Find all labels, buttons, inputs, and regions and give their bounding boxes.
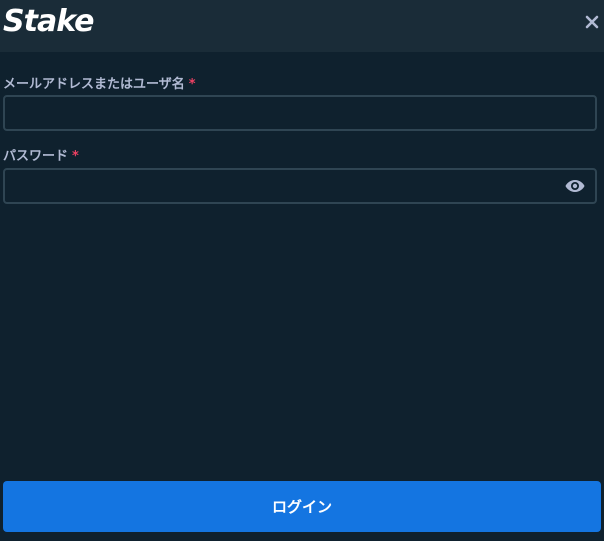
password-label-text: パスワード <box>3 149 69 164</box>
email-field[interactable] <box>5 97 595 129</box>
password-required-mark: * <box>72 149 79 164</box>
modal-header: Stake <box>0 0 604 52</box>
email-label-text: メールアドレスまたはユーザ名 <box>3 77 185 92</box>
email-field-wrapper <box>3 95 597 131</box>
password-field[interactable] <box>5 170 595 202</box>
email-required-mark: * <box>188 77 196 92</box>
eye-icon <box>565 180 585 192</box>
close-button[interactable] <box>582 12 602 32</box>
password-visibility-toggle[interactable] <box>565 178 585 194</box>
login-button[interactable]: ログイン <box>3 481 601 532</box>
password-field-wrapper <box>3 168 597 204</box>
stake-logo: Stake <box>3 4 94 39</box>
password-label: パスワード * <box>3 149 79 165</box>
email-label: メールアドレスまたはユーザ名 * <box>3 77 196 93</box>
close-icon <box>585 15 599 29</box>
